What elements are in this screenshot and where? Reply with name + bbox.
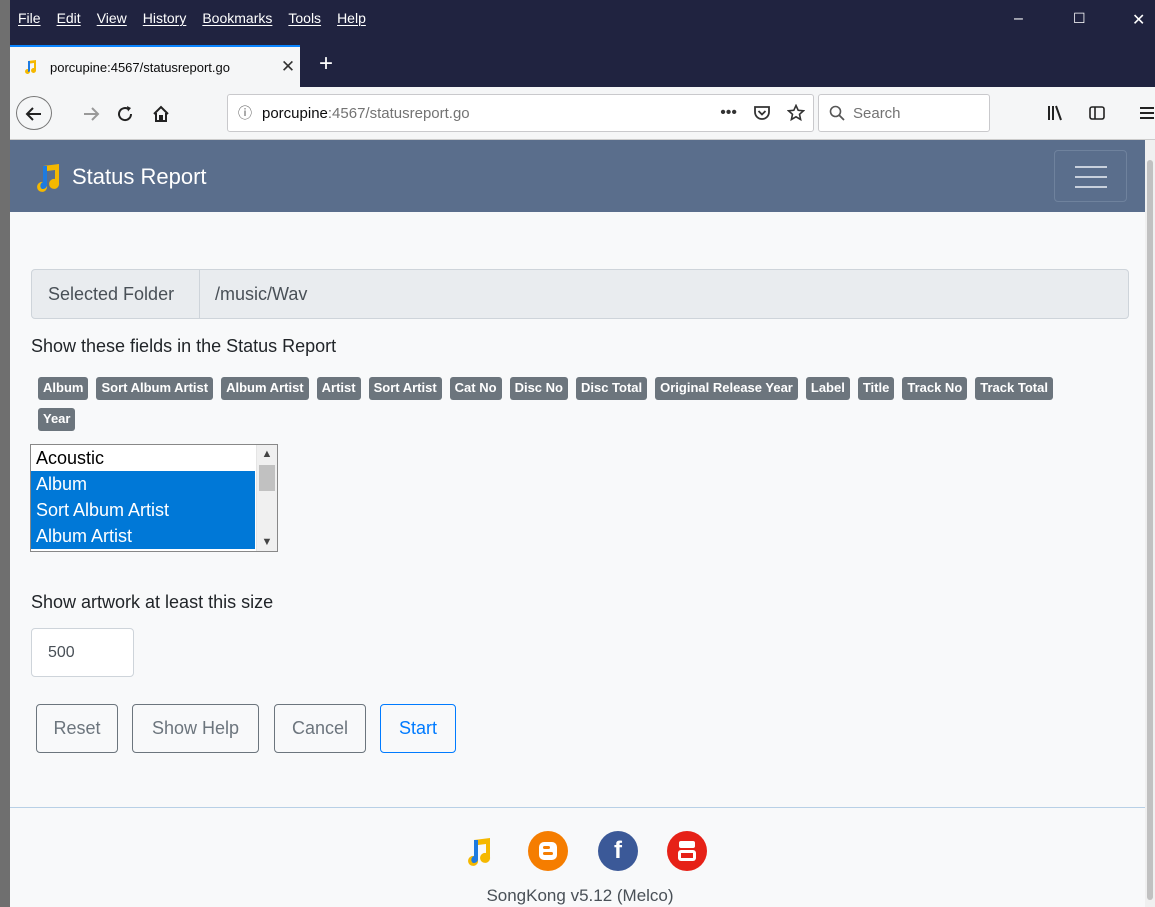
field-badge: Track Total bbox=[975, 377, 1053, 400]
field-badge: Artist bbox=[316, 377, 361, 400]
fields-label: Show these fields in the Status Report bbox=[31, 336, 337, 356]
field-option[interactable]: Album bbox=[31, 471, 255, 497]
field-badge: Album bbox=[38, 377, 89, 400]
tab-title: porcupine:4567/statusreport.go bbox=[50, 59, 230, 75]
info-icon[interactable]: ⓘ bbox=[228, 103, 262, 123]
field-select-list[interactable]: Acoustic Album Sort Album Artist Album Arti… bbox=[30, 444, 278, 552]
select-scrollbar[interactable]: ▲ ▼ bbox=[256, 445, 277, 551]
forward-button[interactable] bbox=[76, 96, 106, 130]
selected-folder-value: /music/Wav bbox=[215, 283, 308, 304]
field-badge: Cat No bbox=[449, 377, 502, 400]
show-help-button[interactable]: Show Help bbox=[132, 704, 259, 753]
footer-version: SongKong v5.12 (Melco) bbox=[486, 886, 674, 905]
cancel-button[interactable]: Cancel bbox=[274, 704, 366, 753]
field-badge: Sort Album Artist bbox=[96, 377, 214, 400]
selected-folder-group: Selected Folder /music/Wav bbox=[31, 269, 1129, 319]
field-badge: Label bbox=[805, 377, 850, 400]
app-navbar: Status Report bbox=[10, 140, 1145, 212]
field-option[interactable]: Sort Album Artist bbox=[31, 497, 255, 523]
menu-bar: File Edit View History Bookmarks Tools Help – … bbox=[10, 0, 1155, 40]
start-button[interactable]: Start bbox=[380, 704, 456, 753]
scroll-down-icon[interactable]: ▼ bbox=[257, 533, 277, 551]
navigation-toolbar: ⓘ porcupine:4567/statusreport.go ••• Sea… bbox=[10, 87, 1155, 140]
search-placeholder: Search bbox=[853, 104, 901, 122]
menu-view[interactable]: View bbox=[89, 10, 135, 26]
search-bar[interactable]: Search bbox=[818, 94, 990, 132]
maximize-button[interactable]: ☐ bbox=[1073, 10, 1086, 27]
selected-folder-label: Selected Folder bbox=[32, 270, 200, 318]
page-scroll-thumb[interactable] bbox=[1147, 160, 1153, 900]
footer-divider bbox=[10, 807, 1145, 808]
browser-window: File Edit View History Bookmarks Tools Help – … bbox=[10, 0, 1155, 907]
scroll-thumb[interactable] bbox=[259, 465, 275, 491]
tab-status-report[interactable]: porcupine:4567/statusreport.go ✕ bbox=[10, 45, 300, 87]
bookmark-star-icon[interactable] bbox=[787, 104, 805, 122]
field-badge-list: Album Sort Album Artist Album Artist Artist… bbox=[38, 377, 1098, 431]
tab-strip: porcupine:4567/statusreport.go ✕ + bbox=[10, 40, 1155, 87]
reload-icon bbox=[118, 106, 133, 122]
page-title: Status Report bbox=[72, 164, 207, 189]
field-badge: Disc No bbox=[509, 377, 568, 400]
reload-button[interactable] bbox=[110, 96, 140, 130]
navbar-toggle-button[interactable] bbox=[1054, 150, 1127, 202]
songkong-icon[interactable] bbox=[460, 831, 500, 871]
pocket-icon[interactable] bbox=[753, 104, 771, 122]
sidebar-icon[interactable] bbox=[1082, 96, 1112, 130]
app-brand[interactable]: Status Report bbox=[34, 162, 207, 192]
back-button[interactable] bbox=[16, 96, 52, 130]
arrow-left-icon bbox=[25, 107, 41, 121]
minimize-button[interactable]: – bbox=[1014, 10, 1023, 28]
reset-button[interactable]: Reset bbox=[36, 704, 118, 753]
page-content: Status Report Selected Folder /music/Wav… bbox=[10, 140, 1145, 907]
menu-history[interactable]: History bbox=[135, 10, 195, 26]
footer-social-icons: f bbox=[460, 831, 720, 871]
field-badge: Sort Artist bbox=[368, 377, 442, 400]
url-path: :4567/statusreport.go bbox=[327, 104, 470, 122]
field-badge: Track No bbox=[902, 377, 968, 400]
page-actions-icon[interactable]: ••• bbox=[720, 104, 737, 122]
artwork-size-input[interactable]: 500 bbox=[31, 628, 134, 677]
page-scrollbar[interactable] bbox=[1145, 140, 1155, 907]
menu-bookmarks[interactable]: Bookmarks bbox=[194, 10, 280, 26]
hamburger-menu-icon[interactable] bbox=[1132, 96, 1155, 130]
library-icon[interactable] bbox=[1040, 96, 1070, 130]
url-bar[interactable]: ⓘ porcupine:4567/statusreport.go ••• bbox=[227, 94, 814, 132]
field-badge: Title bbox=[857, 377, 895, 400]
facebook-icon[interactable]: f bbox=[598, 831, 638, 871]
field-badge: Disc Total bbox=[575, 377, 648, 400]
field-badge: Year bbox=[38, 408, 76, 431]
home-icon bbox=[153, 105, 169, 123]
close-window-button[interactable]: ✕ bbox=[1132, 10, 1145, 30]
field-option[interactable]: Acoustic bbox=[31, 445, 255, 471]
menu-edit[interactable]: Edit bbox=[49, 10, 89, 26]
field-option[interactable]: Album Artist bbox=[31, 523, 255, 549]
search-icon bbox=[829, 105, 845, 121]
menu-file[interactable]: File bbox=[10, 10, 49, 26]
youtube-icon[interactable] bbox=[667, 831, 707, 871]
scroll-up-icon[interactable]: ▲ bbox=[257, 445, 277, 463]
url-host: porcupine bbox=[262, 104, 328, 122]
songkong-icon bbox=[37, 164, 60, 192]
menu-tools[interactable]: Tools bbox=[280, 10, 329, 26]
tab-close-icon[interactable]: ✕ bbox=[276, 57, 300, 77]
home-button[interactable] bbox=[146, 96, 176, 130]
arrow-right-icon bbox=[84, 107, 100, 121]
artwork-size-label: Show artwork at least this size bbox=[31, 592, 274, 612]
new-tab-button[interactable]: + bbox=[310, 49, 342, 81]
blogger-icon[interactable] bbox=[528, 831, 568, 871]
field-badge: Original Release Year bbox=[655, 377, 798, 400]
menu-help[interactable]: Help bbox=[329, 10, 374, 26]
songkong-icon bbox=[25, 60, 37, 74]
field-badge: Album Artist bbox=[221, 377, 309, 400]
